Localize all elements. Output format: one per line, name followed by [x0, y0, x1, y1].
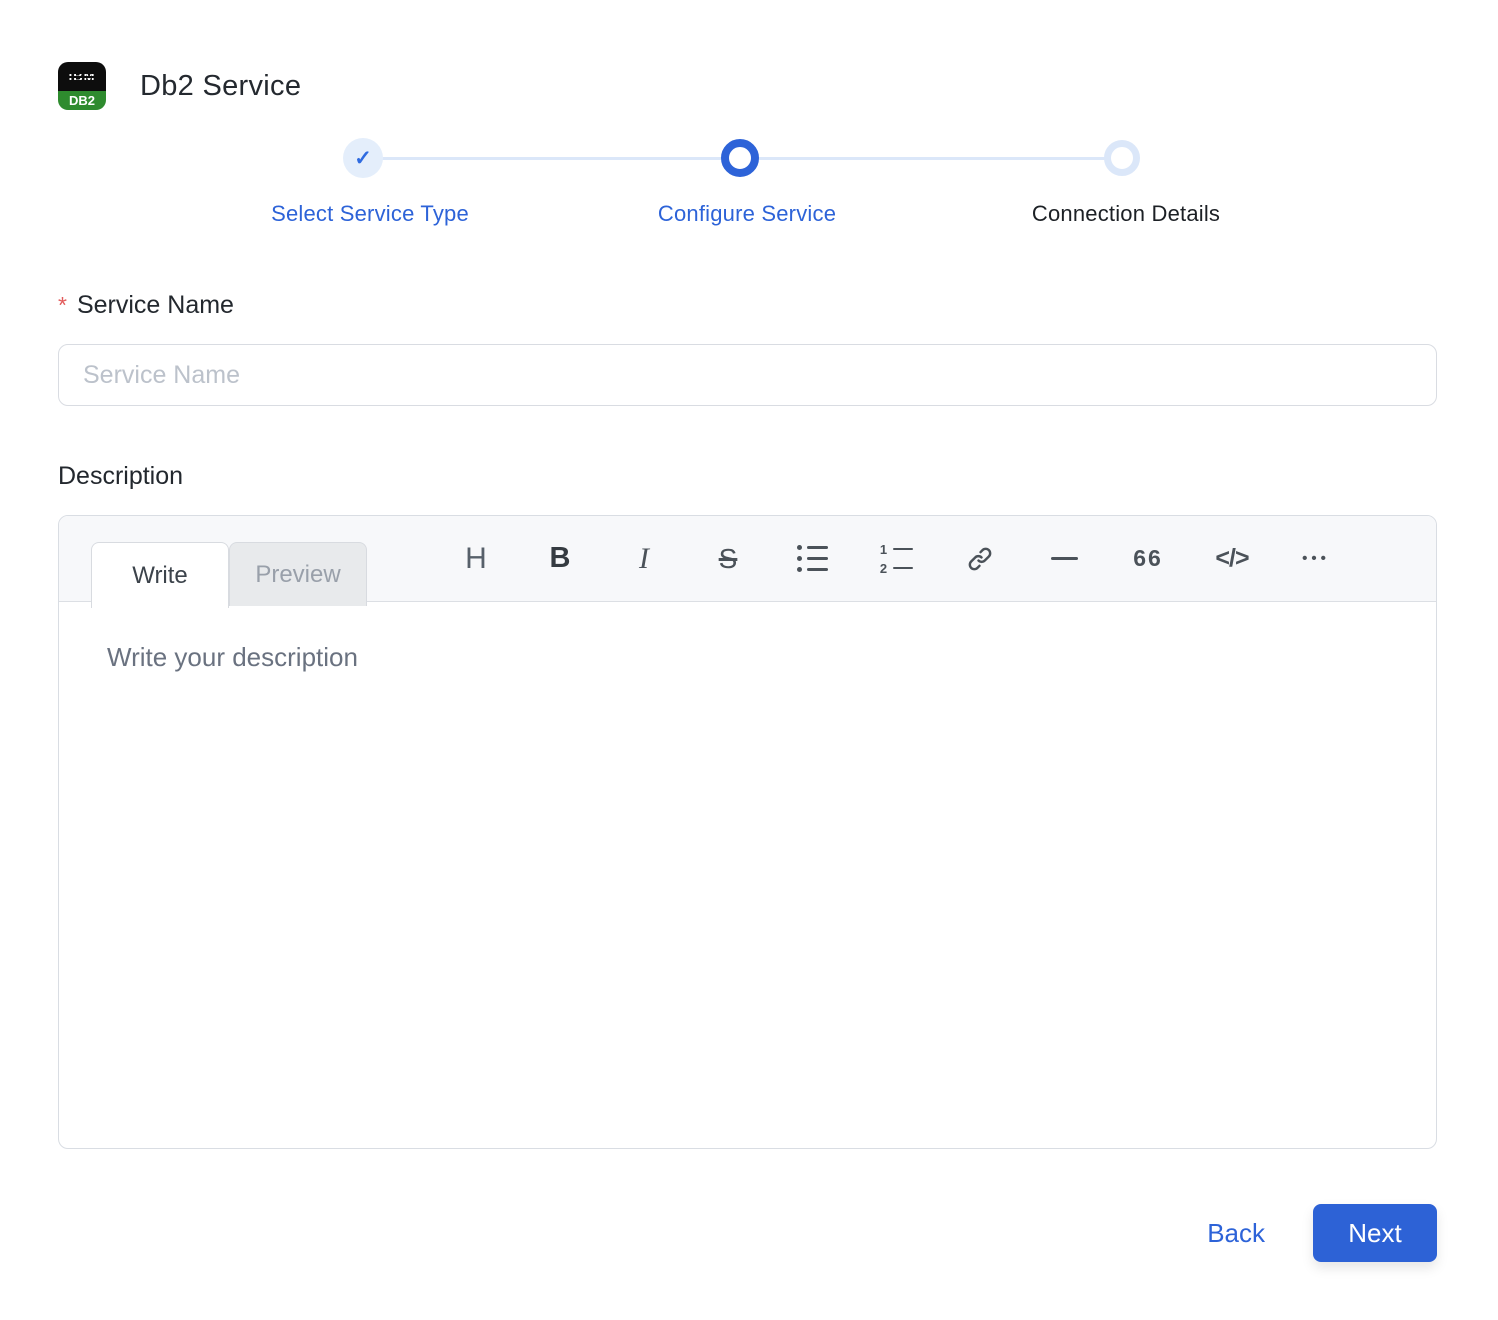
unordered-list-button[interactable]: [792, 532, 832, 586]
step-indicator-configure-service[interactable]: [721, 139, 759, 177]
page-title: Db2 Service: [140, 70, 301, 103]
italic-button[interactable]: I: [624, 532, 664, 586]
step-indicator-select-service-type[interactable]: ✓: [343, 138, 383, 178]
editor-write-pane: [59, 602, 1436, 1148]
tab-write[interactable]: Write: [91, 542, 229, 608]
required-asterisk: *: [58, 292, 67, 318]
strikethrough-button[interactable]: S: [708, 532, 748, 586]
formatting-tools: H B I S: [456, 532, 1436, 586]
code-icon: </>: [1215, 544, 1248, 573]
italic-icon: I: [639, 542, 649, 576]
editor-tabs: Write Preview: [91, 542, 367, 608]
service-name-input[interactable]: [58, 344, 1437, 406]
stepper: ✓ Select Service Type Configure Service …: [0, 138, 1498, 235]
markdown-editor: Write Preview H B I S: [58, 515, 1437, 1149]
horizontal-rule-button[interactable]: [1044, 532, 1084, 586]
link-icon: [967, 546, 993, 572]
check-icon: ✓: [354, 148, 372, 169]
wizard-header: IBM DB2 Db2 Service: [58, 62, 1498, 110]
wizard-footer: Back Next: [0, 1204, 1437, 1262]
heading-icon: H: [465, 542, 487, 576]
description-textarea[interactable]: [59, 602, 1436, 1148]
quote-icon: 66: [1133, 545, 1163, 572]
step-indicator-connection-details[interactable]: [1104, 140, 1140, 176]
horizontal-rule-icon: [1051, 557, 1078, 560]
unordered-list-icon: [797, 545, 828, 572]
db2-service-wizard: IBM DB2 Db2 Service ✓ Select Service Typ…: [0, 62, 1498, 1262]
ibm-logo-icon: IBM: [58, 62, 106, 91]
heading-button[interactable]: H: [456, 532, 496, 586]
ibm-db2-logo: IBM DB2: [58, 62, 106, 110]
bold-button[interactable]: B: [540, 532, 580, 586]
tab-preview[interactable]: Preview: [229, 542, 367, 606]
service-name-label: Service Name: [77, 291, 234, 319]
more-options-button[interactable]: •••: [1296, 532, 1336, 586]
description-label: Description: [58, 462, 1498, 491]
more-options-icon: •••: [1302, 550, 1330, 567]
ibm-logo-text: IBM: [69, 70, 96, 83]
code-button[interactable]: </>: [1212, 532, 1252, 586]
step-label-select-service-type[interactable]: Select Service Type: [271, 201, 469, 227]
step-label-configure-service[interactable]: Configure Service: [658, 201, 836, 227]
strikethrough-icon: S: [719, 543, 738, 575]
ordered-list-icon: 1 2: [879, 543, 913, 575]
step-label-connection-details[interactable]: Connection Details: [1032, 201, 1220, 227]
back-button[interactable]: Back: [1207, 1218, 1265, 1249]
service-name-label-row: * Service Name: [58, 291, 1498, 320]
db2-logo-text: DB2: [58, 91, 106, 110]
next-button[interactable]: Next: [1313, 1204, 1437, 1262]
link-button[interactable]: [960, 532, 1000, 586]
editor-toolbar: Write Preview H B I S: [59, 516, 1436, 602]
ordered-list-button[interactable]: 1 2: [876, 532, 916, 586]
quote-button[interactable]: 66: [1128, 532, 1168, 586]
bold-icon: B: [550, 542, 571, 575]
